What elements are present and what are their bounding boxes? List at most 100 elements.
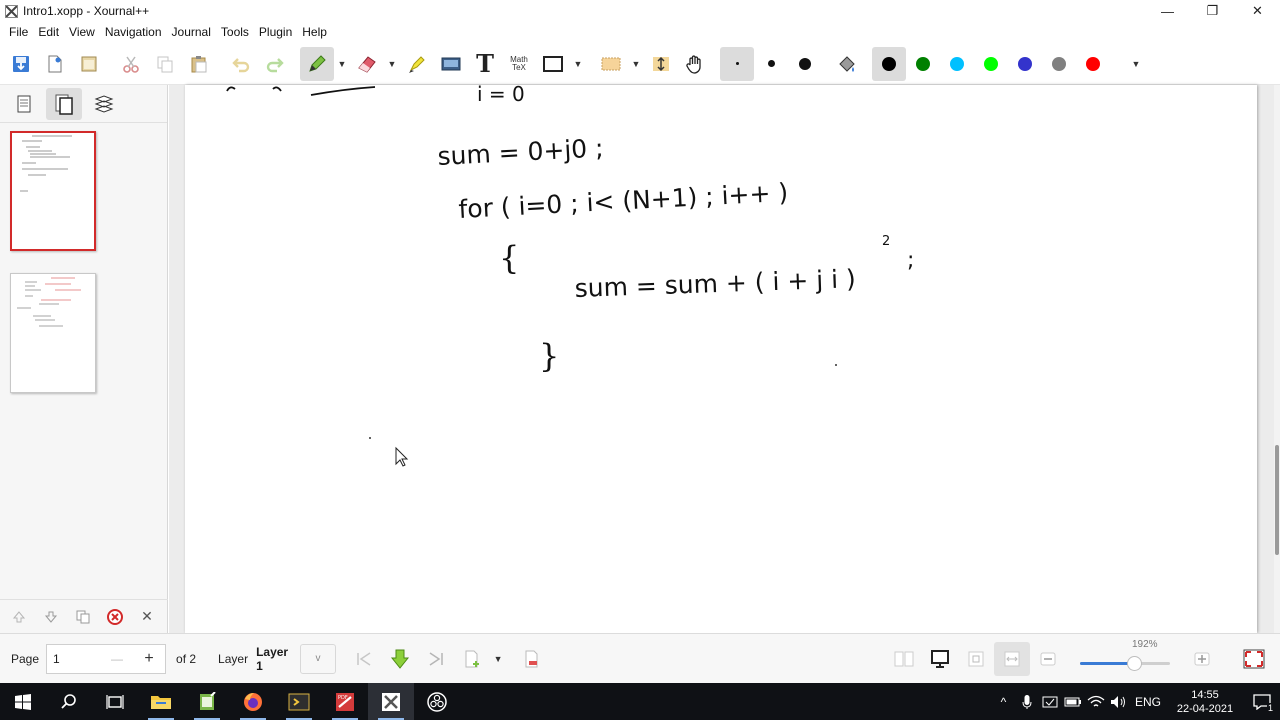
zoom-out-button[interactable] (1030, 642, 1066, 676)
zoom-fit-width-button[interactable] (994, 641, 1030, 676)
taskbar-pdf-reader[interactable]: PDF (322, 683, 368, 720)
color-blue-button[interactable] (1008, 47, 1042, 81)
select-rect-tool-button[interactable] (594, 47, 628, 81)
tab-page-preview[interactable] (6, 88, 42, 120)
minimize-button[interactable]: — (1145, 0, 1190, 22)
menu-plugin[interactable]: Plugin (254, 25, 297, 39)
scrollbar-thumb[interactable] (1275, 445, 1279, 555)
handwriting-layer: i = 0 sum = 0+j0 ; for ( i=0 ; i< (N+1) … (226, 85, 914, 467)
insert-page-button[interactable] (454, 642, 490, 676)
delete-page-button[interactable] (100, 604, 130, 630)
pen-size-fine-button[interactable] (720, 46, 754, 81)
microphone-button[interactable] (1015, 683, 1038, 720)
select-options-dropdown[interactable]: ▼ (628, 47, 644, 81)
color-gray-button[interactable] (1042, 47, 1076, 81)
menu-help[interactable]: Help (297, 25, 332, 39)
highlighter-icon (409, 55, 425, 73)
eraser-options-dropdown[interactable]: ▼ (384, 47, 400, 81)
goto-first-page-button[interactable] (346, 642, 382, 676)
security-button[interactable] (1038, 683, 1061, 720)
redo-button[interactable] (258, 47, 292, 81)
color-black-button[interactable] (872, 46, 906, 81)
undo-button[interactable] (224, 47, 258, 81)
page-thumbnail-1[interactable] (10, 131, 96, 251)
zoom-fit-page-button[interactable] (958, 642, 994, 676)
search-button[interactable] (46, 683, 92, 720)
eraser-tool-button[interactable] (350, 47, 384, 81)
move-page-up-button[interactable] (4, 604, 34, 630)
menu-journal[interactable]: Journal (167, 25, 216, 39)
move-page-down-button[interactable] (36, 604, 66, 630)
presentation-mode-button[interactable] (922, 642, 958, 676)
battery-button[interactable] (1061, 683, 1084, 720)
layer-select[interactable]: Layer 1 v (254, 643, 337, 674)
delete-page-status-button[interactable] (514, 642, 550, 676)
taskbar-clock[interactable]: 14:55 22-04-2021 (1166, 688, 1244, 716)
taskbar-code-editor[interactable] (276, 683, 322, 720)
tab-layers[interactable] (86, 88, 122, 120)
wifi-button[interactable] (1084, 683, 1107, 720)
tab-pages[interactable] (46, 87, 82, 120)
cut-button[interactable] (114, 47, 148, 81)
copy-button[interactable] (148, 47, 182, 81)
goto-last-page-button[interactable] (418, 642, 454, 676)
zoom-slider-handle[interactable] (1127, 655, 1142, 671)
pen-tool-button[interactable] (300, 46, 334, 81)
menu-navigation[interactable]: Navigation (100, 25, 167, 39)
restore-button[interactable]: ❐ (1190, 0, 1235, 22)
volume-button[interactable] (1107, 683, 1130, 720)
open-button[interactable] (72, 47, 106, 81)
paste-button[interactable] (182, 47, 216, 81)
menu-view[interactable]: View (64, 25, 100, 39)
page-increment-button[interactable]: + (133, 644, 165, 674)
menu-edit[interactable]: Edit (33, 25, 64, 39)
show-hidden-icons-button[interactable]: ^ (992, 683, 1015, 720)
fullscreen-button[interactable] (1236, 642, 1272, 676)
color-lime-button[interactable] (974, 47, 1008, 81)
zoom-in-button[interactable] (1184, 642, 1220, 676)
highlighter-tool-button[interactable] (400, 47, 434, 81)
color-green-button[interactable] (906, 47, 940, 81)
fill-button[interactable] (830, 47, 864, 81)
task-view-button[interactable] (92, 683, 138, 720)
copy-page-button[interactable] (68, 604, 98, 630)
pen-options-dropdown[interactable]: ▼ (334, 47, 350, 81)
notification-count-badge: 1 (1266, 703, 1274, 713)
taskbar-notepad[interactable] (184, 683, 230, 720)
vertical-space-tool-button[interactable] (644, 47, 678, 81)
color-light-blue-button[interactable] (940, 47, 974, 81)
text-tool-button[interactable]: T (468, 47, 502, 81)
page-number-input[interactable]: 1 — + (46, 643, 167, 674)
image-tool-button[interactable] (434, 47, 468, 81)
save-button[interactable] (4, 47, 38, 81)
pen-size-medium-button[interactable] (754, 47, 788, 81)
close-button[interactable]: ✕ (1235, 0, 1280, 22)
language-indicator[interactable]: ENG (1130, 683, 1166, 720)
insert-page-dropdown[interactable]: ▼ (490, 644, 506, 674)
menu-file[interactable]: File (4, 25, 33, 39)
page-thumbnail-2[interactable] (10, 273, 96, 393)
vertical-scrollbar[interactable] (1274, 85, 1280, 633)
start-button[interactable] (0, 683, 46, 720)
hand-tool-button[interactable] (678, 47, 712, 81)
shape-tool-button[interactable] (536, 47, 570, 81)
taskbar-xournal[interactable] (368, 683, 414, 720)
goto-next-layer-button[interactable] (382, 642, 418, 676)
notifications-button[interactable]: 1 (1244, 683, 1280, 720)
zoom-slider[interactable] (1080, 655, 1170, 671)
taskbar-firefox[interactable] (230, 683, 276, 720)
shape-options-dropdown[interactable]: ▼ (570, 47, 586, 81)
document-page[interactable]: i = 0 sum = 0+j0 ; for ( i=0 ; i< (N+1) … (185, 85, 1257, 633)
toolbar-overflow-dropdown[interactable]: ▼ (1128, 47, 1144, 81)
pair-pages-button[interactable] (886, 642, 922, 676)
taskbar-file-explorer[interactable] (138, 683, 184, 720)
color-red-button[interactable] (1076, 47, 1110, 81)
new-page-button[interactable] (38, 47, 72, 81)
menu-tools[interactable]: Tools (216, 25, 254, 39)
canvas-area[interactable]: i = 0 sum = 0+j0 ; for ( i=0 ; i< (N+1) … (169, 85, 1280, 633)
taskbar-obs[interactable] (414, 683, 460, 720)
math-tex-tool-button[interactable]: Math TeX (502, 47, 536, 81)
pen-size-thick-button[interactable] (788, 47, 822, 81)
close-sidebar-button[interactable]: ✕ (132, 604, 162, 630)
page-decrement-button[interactable]: — (101, 644, 133, 674)
